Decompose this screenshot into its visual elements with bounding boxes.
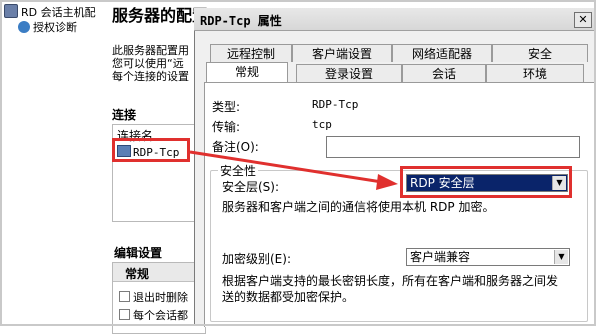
annotation-highlight-connection	[112, 138, 190, 162]
encryption-level-label: 加密级别(E):	[222, 252, 291, 266]
type-label: 类型:	[212, 100, 241, 114]
edit-item-per-session[interactable]: 每个会话都	[119, 307, 188, 323]
close-button[interactable]: ✕	[574, 12, 592, 28]
tab-sessions[interactable]: 会话	[402, 64, 486, 82]
connections-heading: 连接	[112, 108, 137, 122]
encryption-level-select[interactable]: 客户端兼容 ▼	[406, 248, 570, 266]
transport-label: 传输:	[212, 120, 241, 134]
security-layer-description: 服务器和客户端之间的通信将使用本机 RDP 加密。	[222, 200, 495, 214]
annotation-arrow	[189, 150, 398, 190]
encryption-description-line1: 根据客户端支持的最长密钥长度，所有在客户端和服务器之间发	[222, 274, 559, 288]
edit-section-general: 常规	[125, 267, 150, 281]
page-description: 此服务器配置用 您可以使用“远 每个连接的设置	[112, 44, 189, 83]
tab-environment[interactable]: 环境	[486, 64, 584, 82]
edit-settings-panel: 常规 退出时删除 每个会话都	[112, 262, 206, 334]
tab-network-adapter[interactable]: 网络适配器	[392, 44, 492, 62]
navigation-tree: RD 会话主机配 授权诊断	[0, 0, 109, 326]
edit-item-delete-on-exit[interactable]: 退出时删除	[119, 289, 188, 305]
tree-item-diagnostics[interactable]: 授权诊断	[18, 20, 77, 36]
tab-security[interactable]: 安全	[492, 44, 588, 62]
chevron-down-icon[interactable]: ▼	[554, 250, 568, 264]
tree-item-rd-host[interactable]: RD 会话主机配	[4, 4, 96, 20]
tab-general[interactable]: 常规	[206, 62, 288, 83]
edit-settings-heading: 编辑设置	[114, 246, 163, 260]
checkbox[interactable]	[119, 291, 130, 302]
type-value: RDP-Tcp	[312, 98, 359, 111]
transport-value: tcp	[312, 118, 332, 131]
tree-item-label: 授权诊断	[33, 21, 77, 34]
encryption-description-line2: 送的数据都受加密保护。	[222, 290, 355, 304]
tree-item-label: RD 会话主机配	[21, 6, 96, 19]
dialog-title: RDP-Tcp 属性	[200, 14, 282, 28]
server-icon	[4, 4, 18, 18]
tab-remote-control[interactable]: 远程控制	[210, 44, 292, 62]
checkbox[interactable]	[119, 309, 130, 320]
annotation-highlight-security-layer	[400, 166, 572, 198]
tab-logon-settings[interactable]: 登录设置	[296, 64, 402, 82]
diagnostics-icon	[18, 21, 30, 33]
tab-client-settings[interactable]: 客户端设置	[292, 44, 392, 62]
encryption-level-value: 客户端兼容	[410, 250, 471, 264]
